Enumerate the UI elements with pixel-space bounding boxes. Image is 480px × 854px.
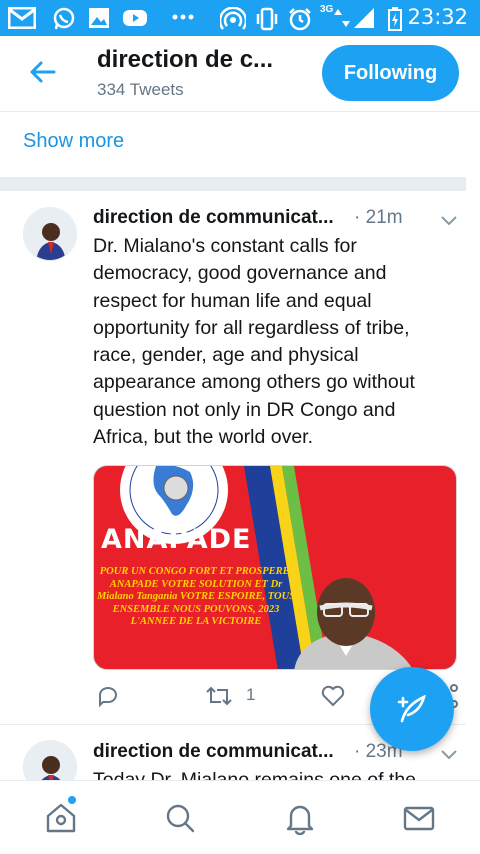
data-arrows-icon: [334, 9, 350, 27]
tweet-media-image[interactable]: ANAPADE POUR UN CONGO FORT ET PROSPERE, …: [93, 465, 457, 670]
tweet-text: Today Dr. Mialano remains one of the: [93, 769, 417, 780]
tweet-author[interactable]: direction de communicat...: [93, 207, 348, 229]
bottom-navigation: [0, 780, 480, 854]
whatsapp-icon: [53, 7, 75, 30]
like-heart-icon[interactable]: [320, 684, 346, 708]
show-more-link[interactable]: Show more: [23, 130, 124, 153]
video-icon: [123, 10, 147, 26]
tweet-text: Dr. Mialano's constant calls for democra…: [93, 235, 415, 449]
section-divider: [0, 177, 466, 191]
search-icon[interactable]: [163, 801, 197, 835]
retweet-count: 1: [246, 685, 256, 704]
avatar[interactable]: [23, 207, 77, 261]
profile-name: direction de c...: [97, 46, 274, 73]
compose-tweet-button[interactable]: [370, 667, 454, 751]
hotspot-icon: [220, 7, 246, 30]
retweet-icon[interactable]: [204, 684, 234, 708]
profile-header: direction de c... 334 Tweets Following: [0, 36, 480, 112]
vibrate-icon: [256, 7, 278, 31]
banner-slogan: POUR UN CONGO FORT ET PROSPERE, ANAPADE …: [96, 566, 296, 627]
gallery-icon: [89, 8, 109, 28]
gmail-icon: [8, 7, 36, 29]
tweet-count: 334 Tweets: [97, 80, 184, 99]
new-content-dot: [68, 796, 76, 804]
status-bar: 3G 23:32: [0, 0, 480, 36]
compose-feather-icon: [397, 694, 427, 723]
avatar[interactable]: [23, 740, 77, 780]
more-dots-icon: [172, 14, 194, 20]
network-type-label: 3G: [320, 4, 334, 15]
battery-charging-icon: [388, 7, 402, 31]
chevron-down-icon[interactable]: [438, 743, 460, 765]
reply-icon[interactable]: [96, 684, 120, 708]
clock: 23:32: [407, 5, 468, 29]
messages-icon[interactable]: [402, 801, 436, 835]
alarm-icon: [289, 8, 311, 31]
tweet-time: · 21m: [354, 207, 403, 228]
signal-icon: [354, 8, 374, 28]
tweet-author[interactable]: direction de communicat...: [93, 741, 348, 763]
chevron-down-icon[interactable]: [438, 209, 460, 231]
notifications-icon[interactable]: [283, 801, 317, 835]
home-icon[interactable]: [44, 801, 78, 835]
back-arrow-icon[interactable]: [26, 56, 58, 88]
banner-brand-title: ANAPADE: [101, 524, 252, 555]
following-button[interactable]: Following: [322, 45, 459, 101]
